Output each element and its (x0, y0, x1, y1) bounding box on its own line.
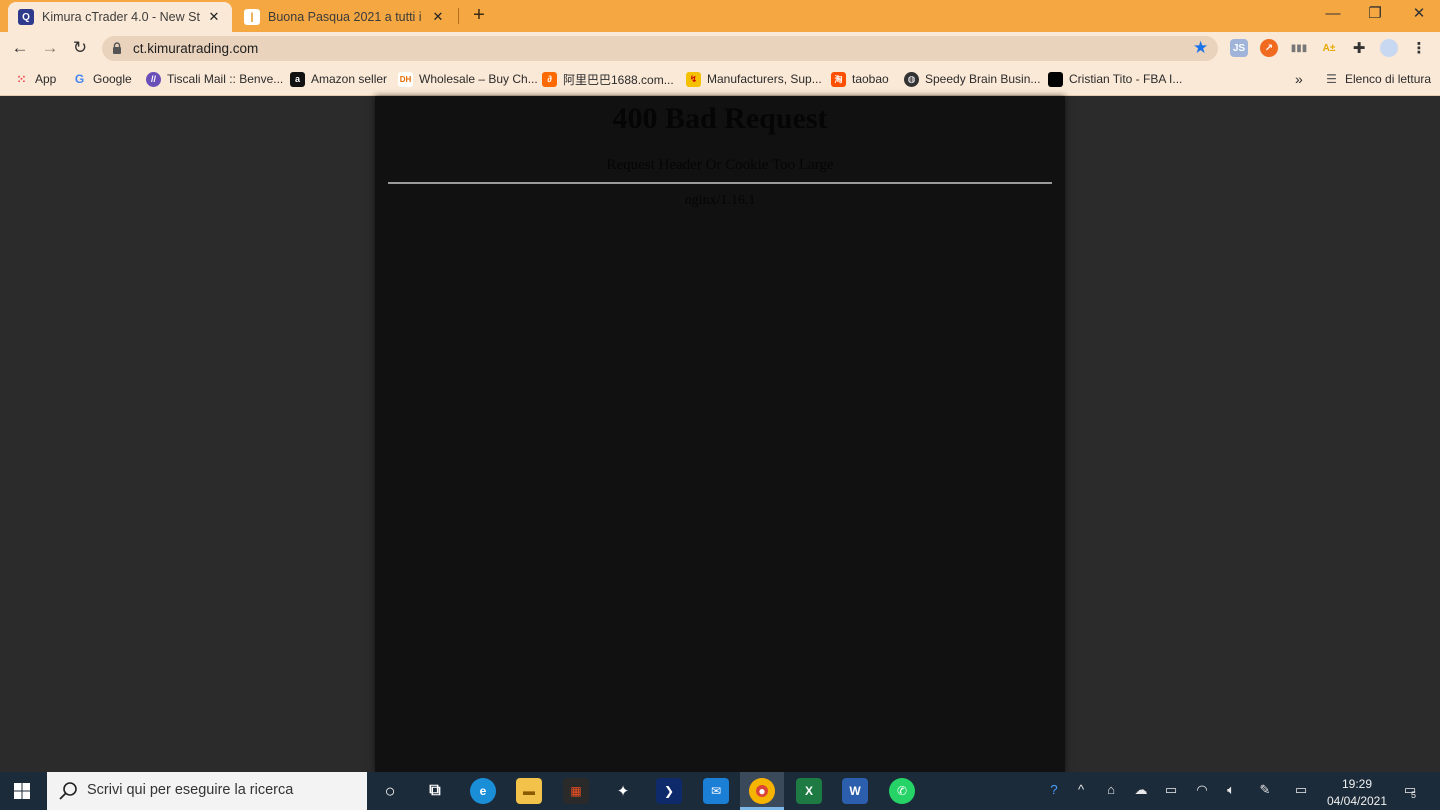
forward-button[interactable]: → (38, 36, 62, 60)
bookmark-1688[interactable]: ∂ 阿里巴巴1688.com... (542, 70, 674, 88)
mail-icon[interactable]: ✉ (703, 778, 729, 804)
chart-extension-icon[interactable]: ▮▮▮ (1290, 39, 1308, 57)
article-favicon-icon: | (244, 9, 260, 25)
server-signature: nginx/1.16.1 (684, 193, 756, 208)
overflow-chevron-icon: » (1295, 71, 1303, 87)
tab-title: Buona Pasqua 2021 a tutti i lettor (268, 10, 424, 24)
cristian-tito-icon (1048, 71, 1063, 87)
chrome-icon[interactable]: ● (749, 778, 775, 804)
wifi-icon[interactable]: ◠ (1192, 782, 1212, 798)
alibaba-icon: ∂ (542, 71, 557, 87)
new-tab-button[interactable]: + (467, 4, 491, 28)
tablet-mode-icon[interactable]: ▭ (1291, 782, 1311, 798)
help-icon[interactable]: ? (1044, 782, 1064, 797)
notification-count-badge: 5 (1411, 790, 1417, 800)
profile-avatar[interactable] (1380, 39, 1398, 57)
reading-list-label: Elenco di lettura (1345, 72, 1432, 86)
battery-icon[interactable]: ▭ (1161, 782, 1181, 798)
bookmark-label: Google (93, 72, 132, 86)
cortana-icon[interactable]: ○ (377, 778, 403, 804)
bookmark-speedy-brain[interactable]: ◍ Speedy Brain Busin... (904, 70, 1040, 88)
google-icon: G (74, 72, 85, 86)
menu-kebab-icon[interactable]: ⋮ (1410, 39, 1428, 57)
tab-title: Kimura cTrader 4.0 - New Standa (42, 10, 200, 24)
search-icon (59, 782, 77, 800)
bookmark-label: Tiscali Mail :: Benve... (167, 72, 284, 86)
word-icon[interactable]: W (842, 778, 868, 804)
bookmark-wholesale[interactable]: DH Wholesale – Buy Ch... (398, 70, 538, 88)
reading-list-icon: ☰ (1326, 72, 1337, 86)
bookmarks-overflow-button[interactable]: » (1295, 70, 1303, 88)
minimize-button[interactable]: — (1310, 0, 1356, 30)
bookmark-star-icon[interactable]: ★ (1193, 38, 1208, 58)
restore-button[interactable]: ❐ (1352, 0, 1398, 30)
bookmark-label: Cristian Tito - FBA I... (1069, 72, 1183, 86)
bookmark-amazon-seller[interactable]: a Amazon seller (290, 70, 387, 88)
bookmark-label: 阿里巴巴1688.com... (563, 72, 674, 87)
globe-icon: ◍ (904, 71, 919, 87)
show-hidden-icons-chevron-icon[interactable]: ^ (1071, 782, 1091, 797)
reload-button[interactable]: ↻ (68, 36, 92, 60)
error-subtitle: Request Header Or Cookie Too Large (606, 157, 834, 173)
bookmark-app[interactable]: ⁙ App (14, 70, 56, 88)
app-arrow-icon[interactable]: ❯ (656, 778, 682, 804)
microsoft-store-icon[interactable]: ▦ (563, 778, 589, 804)
amazon-icon: a (290, 71, 305, 87)
extensions-puzzle-icon[interactable]: ✚ (1350, 39, 1368, 57)
made-in-china-icon: ↯ (686, 71, 701, 87)
bookmark-taobao[interactable]: 淘 taobao (831, 70, 889, 88)
address-bar[interactable] (102, 36, 1218, 61)
onedrive-cloud-icon[interactable]: ☁ (1131, 782, 1151, 798)
dhgate-icon: DH (398, 71, 413, 87)
close-tab-icon[interactable]: ✕ (430, 9, 446, 25)
clock-date: 04/04/2021 (1326, 794, 1388, 808)
taobao-icon: 淘 (831, 71, 846, 87)
edge-icon[interactable]: e (470, 778, 496, 804)
taskbar-search-placeholder: Scrivi qui per eseguire la ricerca (87, 782, 294, 798)
horizontal-rule (388, 182, 1052, 184)
translate-extension-icon[interactable]: A± (1320, 39, 1338, 57)
pen-icon[interactable]: ✎ (1255, 782, 1275, 798)
windows-start-icon[interactable] (14, 783, 30, 799)
bookmark-manufacturers[interactable]: ↯ Manufacturers, Sup... (686, 70, 822, 88)
reading-list-button[interactable]: ☰ Elenco di lettura (1324, 70, 1431, 88)
dropbox-icon[interactable]: ✦ (610, 778, 636, 804)
orange-extension-icon[interactable]: ↗ (1260, 39, 1278, 57)
excel-icon[interactable]: X (796, 778, 822, 804)
volume-icon[interactable]: 🔈︎ (1221, 782, 1241, 798)
url-text: ct.kimuratrading.com (133, 41, 259, 56)
bookmark-google[interactable]: G Google (72, 70, 132, 88)
usb-device-icon[interactable]: ⌂ (1101, 782, 1121, 797)
back-button[interactable]: ← (8, 36, 32, 60)
clock-time: 19:29 (1341, 777, 1373, 791)
bookmark-label: App (35, 72, 57, 86)
kimura-favicon-icon: Q (18, 9, 34, 25)
tiscali-icon: // (146, 71, 161, 87)
apps-grid-icon: ⁙ (16, 73, 27, 86)
bookmark-label: Manufacturers, Sup... (707, 72, 822, 86)
bookmark-label: Wholesale – Buy Ch... (419, 72, 538, 86)
notifications-icon[interactable]: ▭ 5 (1399, 782, 1421, 800)
tab-kimura-ctrader[interactable]: Q Kimura cTrader 4.0 - New Standa ✕ (8, 2, 232, 32)
tab-separator (458, 8, 459, 24)
bookmark-label: taobao (852, 72, 889, 86)
bookmark-label: Speedy Brain Busin... (925, 72, 1041, 86)
whatsapp-icon[interactable]: ✆ (889, 778, 915, 804)
task-view-icon[interactable]: ⧉ (422, 778, 448, 804)
close-window-button[interactable]: ✕ (1396, 0, 1440, 30)
file-explorer-icon[interactable]: ▬ (516, 778, 542, 804)
bookmark-tiscali[interactable]: // Tiscali Mail :: Benve... (146, 70, 283, 88)
lock-icon (113, 42, 121, 54)
error-title: 400 Bad Request (612, 102, 828, 135)
tab-buona-pasqua[interactable]: | Buona Pasqua 2021 a tutti i lettor ✕ (234, 2, 456, 32)
js-extension-icon[interactable]: JS (1230, 39, 1248, 57)
bookmark-label: Amazon seller (311, 72, 388, 86)
taskbar-clock[interactable]: 19:29 04/04/2021 (1322, 776, 1392, 810)
close-tab-icon[interactable]: ✕ (206, 9, 222, 25)
bookmark-cristian-tito[interactable]: Cristian Tito - FBA I... (1048, 70, 1182, 88)
